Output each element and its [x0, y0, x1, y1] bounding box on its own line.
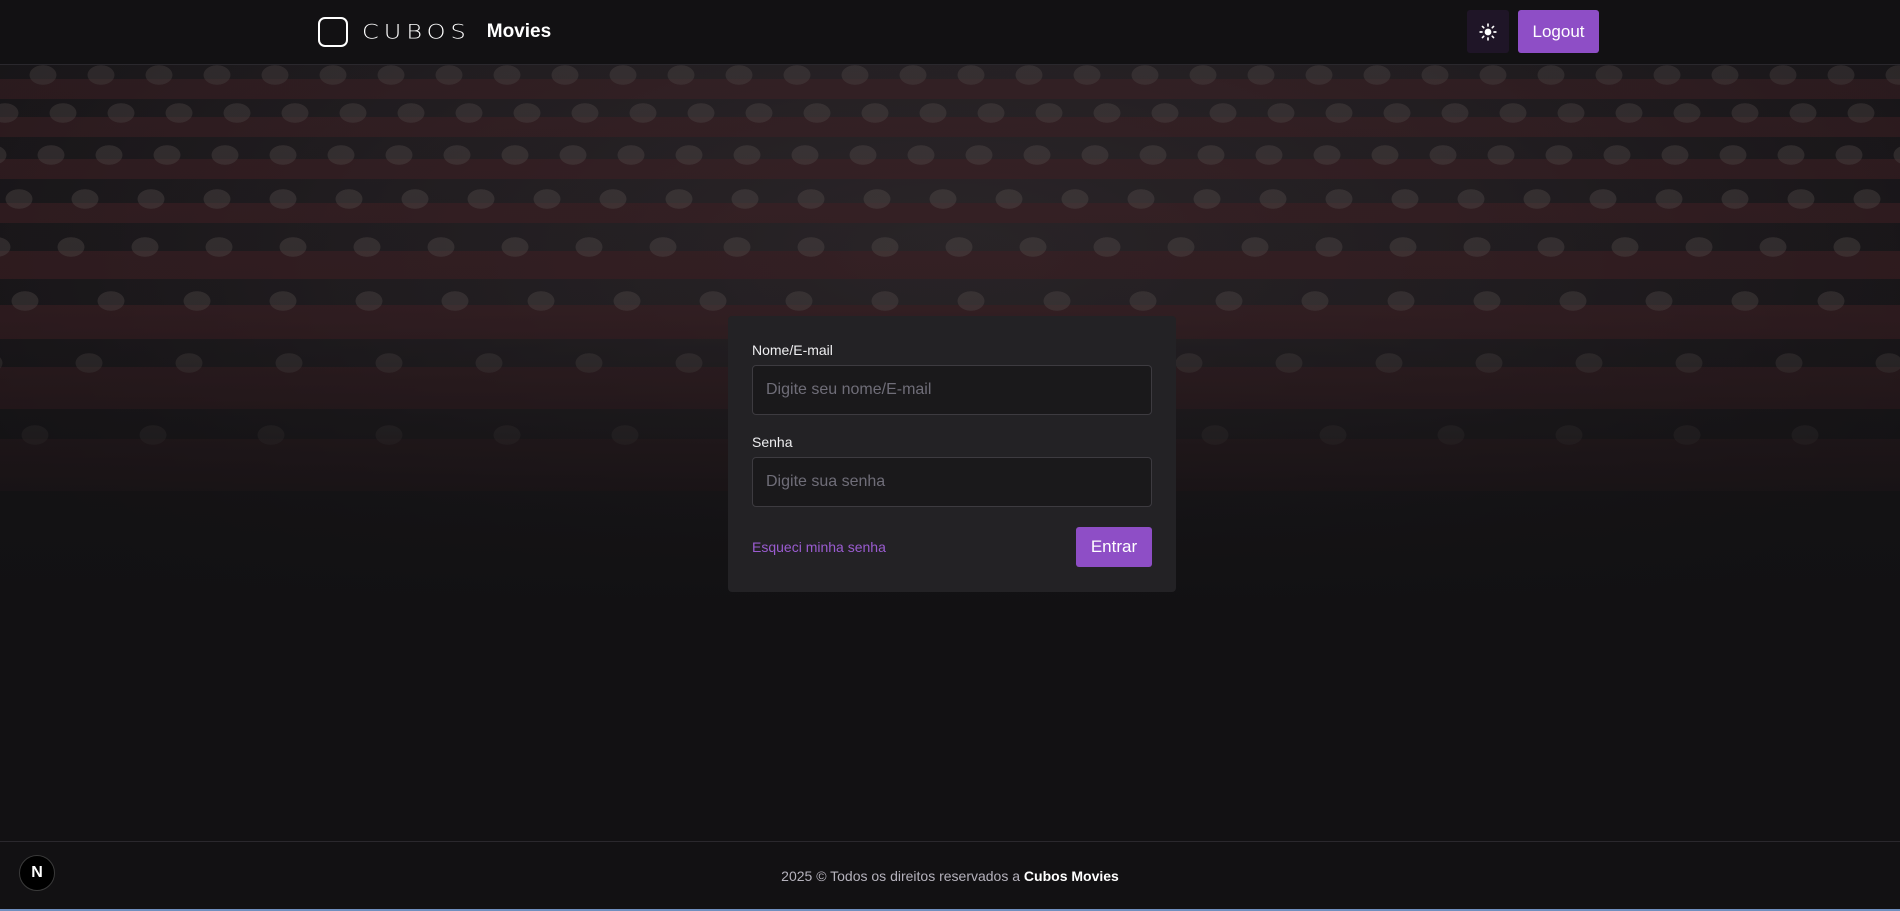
- login-submit-button[interactable]: Entrar: [1076, 527, 1152, 567]
- copyright-text: 2025 © Todos os direitos reservados a: [781, 868, 1021, 884]
- theme-toggle-button[interactable]: [1467, 10, 1509, 53]
- logout-button[interactable]: Logout: [1518, 10, 1599, 53]
- brand-logo[interactable]: CUBOS Movies: [318, 17, 551, 47]
- nextjs-badge-label: N: [31, 864, 43, 881]
- forgot-password-link[interactable]: Esqueci minha senha: [752, 539, 886, 555]
- username-input[interactable]: [752, 365, 1152, 415]
- form-actions: Esqueci minha senha Entrar: [752, 527, 1152, 567]
- page: CUBOS Movies Logout Nome/E-mail Digite s…: [0, 0, 1900, 911]
- footer-copyright: 2025 © Todos os direitos reservados a Cu…: [0, 868, 1900, 884]
- login-card: Nome/E-mail Senha Esqueci minha senha En…: [728, 316, 1176, 592]
- password-label: Senha: [752, 434, 793, 450]
- cubos-logo-icon: [318, 17, 348, 47]
- nextjs-icon[interactable]: N: [19, 855, 55, 891]
- username-label: Nome/E-mail: [752, 342, 833, 358]
- footer: 2025 © Todos os direitos reservados a Cu…: [0, 841, 1900, 909]
- password-input[interactable]: [752, 457, 1152, 507]
- copyright-brand: Cubos Movies: [1023, 868, 1119, 884]
- sun-icon: [1479, 22, 1497, 41]
- brand-name: Movies: [486, 21, 552, 42]
- logo-text: CUBOS: [362, 20, 471, 44]
- top-bar: CUBOS Movies Logout: [0, 0, 1900, 65]
